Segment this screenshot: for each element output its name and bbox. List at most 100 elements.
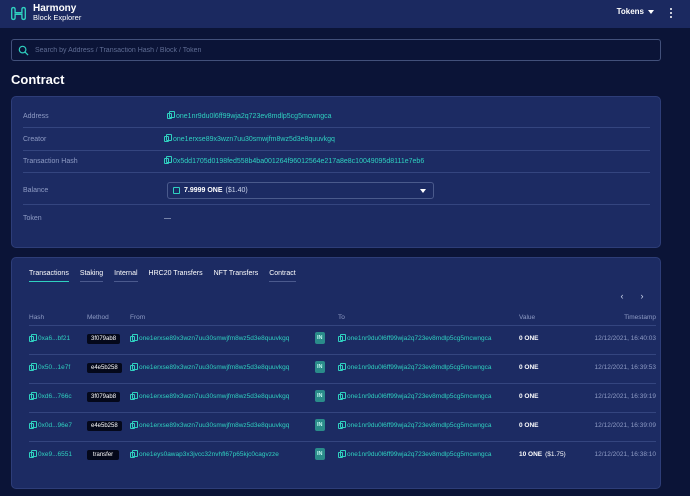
copy-icon[interactable]: [130, 333, 138, 342]
from-cell: one1eys0awap3x3jvcc32nvhfl67p65kjc0cagvz…: [130, 449, 279, 458]
from-address-link[interactable]: one1erxse89x3wzn7uu30smwjfm8wz5d3e8quuvk…: [139, 335, 289, 342]
tab-contract[interactable]: Contract: [269, 270, 296, 282]
tab-transactions[interactable]: Transactions: [29, 270, 69, 282]
copy-icon[interactable]: [338, 362, 346, 371]
to-address-link[interactable]: one1nr9du0l6ff99wja2q723ev8mdlp5cg5mcwng…: [347, 364, 491, 371]
to-address-link[interactable]: one1nr9du0l6ff99wja2q723ev8mdlp5cg5mcwng…: [347, 422, 491, 429]
direction-cell: IN: [315, 332, 325, 344]
creator-row: Creator one1erxse89x3wzn7uu30smwjfm8wz5d…: [23, 128, 650, 151]
from-address-link[interactable]: one1erxse89x3wzn7uu30smwjfm8wz5d3e8quuvk…: [139, 393, 289, 400]
hash-cell: 0x0d...96e7: [29, 420, 72, 429]
copy-icon[interactable]: [164, 134, 172, 142]
copy-icon[interactable]: [338, 420, 346, 429]
to-address-link[interactable]: one1nr9du0l6ff99wja2q723ev8mdlp5cg5mcwng…: [347, 451, 491, 458]
hash-cell: 0xe9...6551: [29, 449, 72, 458]
harmony-logo-icon: [11, 6, 26, 20]
method-cell: 3f079ab8: [87, 392, 121, 402]
tab-internal[interactable]: Internal: [114, 270, 138, 282]
tokens-dropdown[interactable]: Tokens: [617, 7, 654, 16]
copy-icon[interactable]: [29, 391, 37, 400]
more-vertical-icon[interactable]: [666, 8, 676, 18]
search-bar[interactable]: [11, 39, 661, 61]
direction-badge: IN: [315, 448, 325, 460]
copy-icon[interactable]: [130, 449, 138, 458]
direction-badge: IN: [315, 419, 325, 431]
balance-amount: 7.9999 ONE: [184, 187, 223, 194]
tx-hash-link[interactable]: 0xa6...bf21: [38, 335, 70, 342]
direction-cell: IN: [315, 419, 325, 431]
method-cell: e4e5b258: [87, 421, 122, 431]
method-badge: transfer: [87, 450, 119, 460]
chevron-left-icon[interactable]: ‹: [612, 290, 632, 302]
copy-icon[interactable]: [29, 420, 37, 429]
to-cell: one1nr9du0l6ff99wja2q723ev8mdlp5cg5mcwng…: [338, 449, 491, 458]
copy-icon[interactable]: [29, 362, 37, 371]
balance-select[interactable]: 7.9999 ONE ($1.40): [167, 182, 434, 199]
search-icon: [18, 45, 29, 56]
copy-icon[interactable]: [338, 449, 346, 458]
tab-staking[interactable]: Staking: [79, 270, 104, 282]
tab-bar: Transactions Staking Internal HRC20 Tran…: [29, 270, 307, 282]
tab-nft-transfers[interactable]: NFT Transfers: [214, 270, 259, 282]
tx-hash-link[interactable]: 0x50...1e7f: [38, 364, 70, 371]
copy-icon[interactable]: [130, 420, 138, 429]
direction-badge: IN: [315, 390, 325, 402]
value-amount: 0 ONE: [519, 393, 539, 400]
method-cell: e4e5b258: [87, 363, 122, 373]
tab-hrc20-transfers[interactable]: HRC20 Transfers: [149, 270, 203, 282]
direction-badge: IN: [315, 361, 325, 373]
direction-badge: IN: [315, 332, 325, 344]
direction-cell: IN: [315, 448, 325, 460]
value-cell: 0 ONE: [519, 393, 542, 400]
method-cell: transfer: [87, 450, 119, 460]
from-address-link[interactable]: one1erxse89x3wzn7uu30smwjfm8wz5d3e8quuvk…: [139, 422, 289, 429]
tx-hash-link[interactable]: 0xe9...6551: [38, 451, 72, 458]
address-row: Address one1nr9du0l6ff99wja2q723ev8mdlp5…: [23, 105, 650, 128]
copy-icon[interactable]: [338, 391, 346, 400]
search-input[interactable]: [35, 46, 635, 54]
col-timestamp: Timestamp: [624, 314, 656, 321]
copy-icon[interactable]: [167, 111, 175, 119]
to-address-link[interactable]: one1nr9du0l6ff99wja2q723ev8mdlp5cg5mcwng…: [347, 335, 491, 342]
contract-info-card: Address one1nr9du0l6ff99wja2q723ev8mdlp5…: [11, 96, 661, 248]
creator-link[interactable]: one1erxse89x3wzn7uu30smwjfm8wz5d3e8quuvk…: [173, 136, 335, 143]
copy-icon[interactable]: [130, 362, 138, 371]
address-link[interactable]: one1nr9du0l6ff99wja2q723ev8mdlp5cg5mcwng…: [176, 113, 332, 120]
token-row: Token —: [23, 207, 650, 230]
copy-icon[interactable]: [164, 156, 172, 164]
hash-cell: 0x50...1e7f: [29, 362, 70, 371]
to-cell: one1nr9du0l6ff99wja2q723ev8mdlp5cg5mcwng…: [338, 333, 491, 342]
copy-icon[interactable]: [29, 333, 37, 342]
page-title: Contract: [11, 72, 65, 87]
col-to: To: [338, 314, 345, 321]
timestamp-cell: 12/12/2021, 16:40:03: [594, 335, 656, 342]
balance-row: Balance 7.9999 ONE ($1.40): [23, 177, 650, 205]
from-address-link[interactable]: one1eys0awap3x3jvcc32nvhfl67p65kjc0cagvz…: [139, 451, 279, 458]
col-method: Method: [87, 314, 109, 321]
value-amount: 0 ONE: [519, 422, 539, 429]
copy-icon[interactable]: [29, 449, 37, 458]
harmony-logo[interactable]: Harmony Block Explorer: [10, 4, 81, 22]
timestamp-cell: 12/12/2021, 16:39:53: [594, 364, 656, 371]
table-row: 0x0d...96e7 e4e5b258 one1erxse89x3wzn7uu30…: [29, 412, 656, 441]
method-badge: e4e5b258: [87, 363, 122, 373]
tx-hash-link[interactable]: 0xd6...766c: [38, 393, 72, 400]
chevron-down-icon: [420, 189, 426, 193]
tx-hash-link[interactable]: 0x0d...96e7: [38, 422, 72, 429]
logo-subtitle: Block Explorer: [33, 13, 82, 22]
address-label: Address: [23, 112, 49, 120]
table-row: 0xe9...6551 transfer one1eys0awap3x3jvcc32…: [29, 441, 656, 470]
from-address-link[interactable]: one1erxse89x3wzn7uu30smwjfm8wz5d3e8quuvk…: [139, 364, 289, 371]
creator-label: Creator: [23, 135, 47, 143]
chevron-right-icon[interactable]: ›: [632, 290, 652, 302]
logo-title: Harmony: [33, 3, 77, 14]
table-row: 0xd6...766c 3f079ab8 one1erxse89x3wzn7uu30…: [29, 383, 656, 412]
hash-cell: 0xa6...bf21: [29, 333, 70, 342]
transaction-hash-link[interactable]: 0x5dd1705d0198fed558b4ba001264f96012564e…: [173, 158, 424, 165]
to-cell: one1nr9du0l6ff99wja2q723ev8mdlp5cg5mcwng…: [338, 420, 491, 429]
token-icon: [173, 187, 180, 194]
top-nav-bar: Harmony Block Explorer Tokens: [0, 0, 690, 28]
copy-icon[interactable]: [130, 391, 138, 400]
to-address-link[interactable]: one1nr9du0l6ff99wja2q723ev8mdlp5cg5mcwng…: [347, 393, 491, 400]
copy-icon[interactable]: [338, 333, 346, 342]
